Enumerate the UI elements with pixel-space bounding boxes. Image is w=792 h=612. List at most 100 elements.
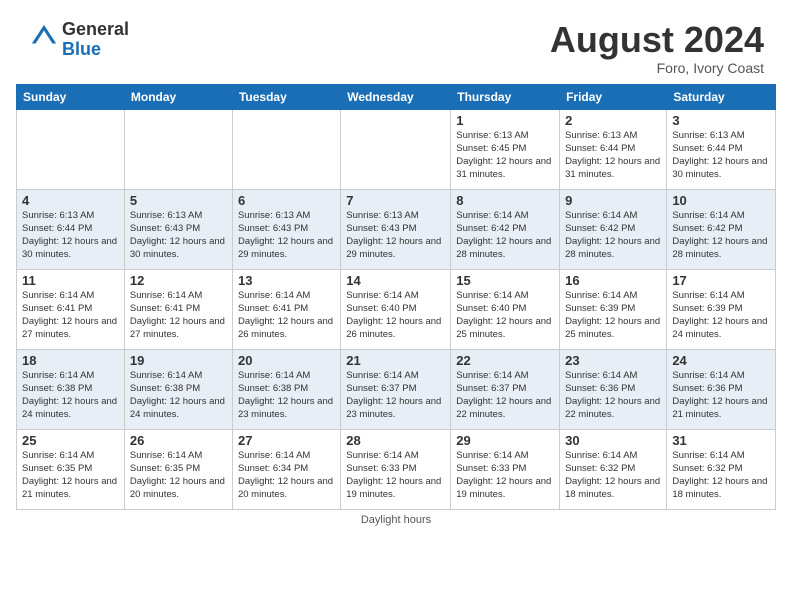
logo-general: General <box>62 20 129 40</box>
day-info: Sunrise: 6:14 AM Sunset: 6:36 PM Dayligh… <box>672 369 770 422</box>
day-number: 14 <box>346 273 445 288</box>
day-number: 28 <box>346 433 445 448</box>
day-info: Sunrise: 6:14 AM Sunset: 6:35 PM Dayligh… <box>130 449 227 502</box>
daylight-label: Daylight hours <box>361 514 431 526</box>
day-info: Sunrise: 6:14 AM Sunset: 6:37 PM Dayligh… <box>346 369 445 422</box>
day-info: Sunrise: 6:14 AM Sunset: 6:37 PM Dayligh… <box>456 369 554 422</box>
day-info: Sunrise: 6:13 AM Sunset: 6:43 PM Dayligh… <box>238 209 335 262</box>
day-info: Sunrise: 6:14 AM Sunset: 6:34 PM Dayligh… <box>238 449 335 502</box>
day-info: Sunrise: 6:14 AM Sunset: 6:35 PM Dayligh… <box>22 449 119 502</box>
calendar-cell: 12Sunrise: 6:14 AM Sunset: 6:41 PM Dayli… <box>124 269 232 349</box>
title-block: August 2024 Foro, Ivory Coast <box>550 20 764 76</box>
day-number: 27 <box>238 433 335 448</box>
day-info: Sunrise: 6:13 AM Sunset: 6:44 PM Dayligh… <box>22 209 119 262</box>
day-number: 17 <box>672 273 770 288</box>
day-info: Sunrise: 6:14 AM Sunset: 6:32 PM Dayligh… <box>672 449 770 502</box>
calendar-cell: 4Sunrise: 6:13 AM Sunset: 6:44 PM Daylig… <box>17 189 125 269</box>
day-number: 9 <box>565 193 661 208</box>
day-info: Sunrise: 6:14 AM Sunset: 6:41 PM Dayligh… <box>238 289 335 342</box>
day-number: 11 <box>22 273 119 288</box>
calendar-cell: 6Sunrise: 6:13 AM Sunset: 6:43 PM Daylig… <box>232 189 340 269</box>
day-of-week-header: Thursday <box>451 84 560 109</box>
calendar-cell: 2Sunrise: 6:13 AM Sunset: 6:44 PM Daylig… <box>560 109 667 189</box>
footer: Daylight hours <box>8 510 784 530</box>
day-info: Sunrise: 6:14 AM Sunset: 6:33 PM Dayligh… <box>456 449 554 502</box>
calendar-cell: 19Sunrise: 6:14 AM Sunset: 6:38 PM Dayli… <box>124 349 232 429</box>
day-info: Sunrise: 6:14 AM Sunset: 6:40 PM Dayligh… <box>346 289 445 342</box>
day-info: Sunrise: 6:14 AM Sunset: 6:33 PM Dayligh… <box>346 449 445 502</box>
calendar-cell: 26Sunrise: 6:14 AM Sunset: 6:35 PM Dayli… <box>124 429 232 509</box>
day-number: 18 <box>22 353 119 368</box>
calendar-cell <box>341 109 451 189</box>
day-number: 8 <box>456 193 554 208</box>
calendar-cell: 9Sunrise: 6:14 AM Sunset: 6:42 PM Daylig… <box>560 189 667 269</box>
calendar-week-row: 11Sunrise: 6:14 AM Sunset: 6:41 PM Dayli… <box>17 269 776 349</box>
day-number: 13 <box>238 273 335 288</box>
day-number: 26 <box>130 433 227 448</box>
day-number: 23 <box>565 353 661 368</box>
day-number: 2 <box>565 113 661 128</box>
calendar-cell: 7Sunrise: 6:13 AM Sunset: 6:43 PM Daylig… <box>341 189 451 269</box>
calendar-week-row: 1Sunrise: 6:13 AM Sunset: 6:45 PM Daylig… <box>17 109 776 189</box>
logo: General Blue <box>28 20 129 60</box>
calendar-cell: 21Sunrise: 6:14 AM Sunset: 6:37 PM Dayli… <box>341 349 451 429</box>
calendar-cell: 29Sunrise: 6:14 AM Sunset: 6:33 PM Dayli… <box>451 429 560 509</box>
calendar-cell: 10Sunrise: 6:14 AM Sunset: 6:42 PM Dayli… <box>667 189 776 269</box>
day-info: Sunrise: 6:13 AM Sunset: 6:43 PM Dayligh… <box>130 209 227 262</box>
calendar: SundayMondayTuesdayWednesdayThursdayFrid… <box>16 84 776 510</box>
day-number: 22 <box>456 353 554 368</box>
day-number: 12 <box>130 273 227 288</box>
day-number: 30 <box>565 433 661 448</box>
day-of-week-header: Friday <box>560 84 667 109</box>
calendar-week-row: 25Sunrise: 6:14 AM Sunset: 6:35 PM Dayli… <box>17 429 776 509</box>
day-info: Sunrise: 6:14 AM Sunset: 6:38 PM Dayligh… <box>130 369 227 422</box>
calendar-cell: 28Sunrise: 6:14 AM Sunset: 6:33 PM Dayli… <box>341 429 451 509</box>
day-of-week-header: Sunday <box>17 84 125 109</box>
day-info: Sunrise: 6:14 AM Sunset: 6:40 PM Dayligh… <box>456 289 554 342</box>
calendar-cell: 15Sunrise: 6:14 AM Sunset: 6:40 PM Dayli… <box>451 269 560 349</box>
calendar-cell: 16Sunrise: 6:14 AM Sunset: 6:39 PM Dayli… <box>560 269 667 349</box>
calendar-cell: 22Sunrise: 6:14 AM Sunset: 6:37 PM Dayli… <box>451 349 560 429</box>
day-info: Sunrise: 6:14 AM Sunset: 6:42 PM Dayligh… <box>672 209 770 262</box>
day-number: 24 <box>672 353 770 368</box>
day-number: 21 <box>346 353 445 368</box>
calendar-cell: 24Sunrise: 6:14 AM Sunset: 6:36 PM Dayli… <box>667 349 776 429</box>
day-number: 31 <box>672 433 770 448</box>
calendar-week-row: 4Sunrise: 6:13 AM Sunset: 6:44 PM Daylig… <box>17 189 776 269</box>
day-info: Sunrise: 6:14 AM Sunset: 6:41 PM Dayligh… <box>22 289 119 342</box>
day-info: Sunrise: 6:14 AM Sunset: 6:38 PM Dayligh… <box>22 369 119 422</box>
calendar-cell: 20Sunrise: 6:14 AM Sunset: 6:38 PM Dayli… <box>232 349 340 429</box>
logo-blue: Blue <box>62 40 129 60</box>
day-number: 15 <box>456 273 554 288</box>
calendar-cell: 1Sunrise: 6:13 AM Sunset: 6:45 PM Daylig… <box>451 109 560 189</box>
calendar-week-row: 18Sunrise: 6:14 AM Sunset: 6:38 PM Dayli… <box>17 349 776 429</box>
location: Foro, Ivory Coast <box>550 60 764 76</box>
calendar-cell: 11Sunrise: 6:14 AM Sunset: 6:41 PM Dayli… <box>17 269 125 349</box>
calendar-cell: 8Sunrise: 6:14 AM Sunset: 6:42 PM Daylig… <box>451 189 560 269</box>
day-info: Sunrise: 6:14 AM Sunset: 6:42 PM Dayligh… <box>456 209 554 262</box>
calendar-cell: 17Sunrise: 6:14 AM Sunset: 6:39 PM Dayli… <box>667 269 776 349</box>
day-info: Sunrise: 6:14 AM Sunset: 6:41 PM Dayligh… <box>130 289 227 342</box>
day-number: 16 <box>565 273 661 288</box>
day-number: 29 <box>456 433 554 448</box>
calendar-cell <box>17 109 125 189</box>
day-number: 7 <box>346 193 445 208</box>
day-info: Sunrise: 6:14 AM Sunset: 6:38 PM Dayligh… <box>238 369 335 422</box>
day-number: 4 <box>22 193 119 208</box>
day-number: 10 <box>672 193 770 208</box>
day-of-week-header: Monday <box>124 84 232 109</box>
day-info: Sunrise: 6:13 AM Sunset: 6:45 PM Dayligh… <box>456 129 554 182</box>
day-number: 5 <box>130 193 227 208</box>
day-info: Sunrise: 6:14 AM Sunset: 6:32 PM Dayligh… <box>565 449 661 502</box>
calendar-cell: 5Sunrise: 6:13 AM Sunset: 6:43 PM Daylig… <box>124 189 232 269</box>
day-number: 19 <box>130 353 227 368</box>
calendar-cell: 3Sunrise: 6:13 AM Sunset: 6:44 PM Daylig… <box>667 109 776 189</box>
day-number: 3 <box>672 113 770 128</box>
day-of-week-header: Wednesday <box>341 84 451 109</box>
calendar-cell: 31Sunrise: 6:14 AM Sunset: 6:32 PM Dayli… <box>667 429 776 509</box>
day-info: Sunrise: 6:13 AM Sunset: 6:43 PM Dayligh… <box>346 209 445 262</box>
day-info: Sunrise: 6:13 AM Sunset: 6:44 PM Dayligh… <box>672 129 770 182</box>
calendar-cell: 25Sunrise: 6:14 AM Sunset: 6:35 PM Dayli… <box>17 429 125 509</box>
calendar-cell: 14Sunrise: 6:14 AM Sunset: 6:40 PM Dayli… <box>341 269 451 349</box>
day-number: 25 <box>22 433 119 448</box>
